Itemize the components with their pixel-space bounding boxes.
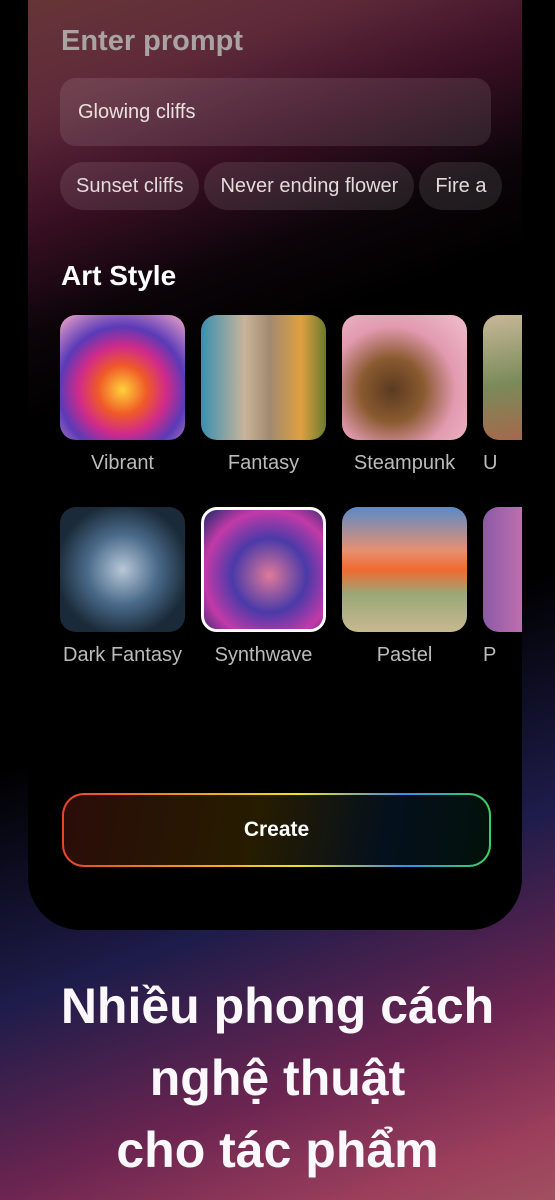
caption-line: cho tác phẩm	[116, 1122, 439, 1178]
create-button[interactable]: Create	[62, 793, 491, 867]
style-vibrant[interactable]: Vibrant	[60, 315, 185, 475]
suggestion-chips: Sunset cliffs Never ending flower Fire a	[60, 162, 522, 210]
style-thumbnail	[60, 315, 185, 440]
style-thumbnail	[342, 507, 467, 632]
style-dark-fantasy[interactable]: Dark Fantasy	[60, 507, 185, 667]
prompt-heading: Enter prompt	[61, 25, 244, 57]
style-label: Synthwave	[214, 644, 313, 666]
style-label: U	[483, 452, 498, 474]
art-style-heading: Art Style	[61, 260, 177, 291]
style-row-2: Dark Fantasy Synthwave Pastel P	[60, 507, 522, 667]
style-thumbnail	[60, 507, 185, 632]
promo-caption: Nhiều phong cách nghệ thuật cho tác phẩm	[0, 970, 555, 1186]
prompt-input[interactable]: Glowing cliffs	[60, 78, 491, 146]
style-synthwave[interactable]: Synthwave	[201, 507, 326, 667]
style-8[interactable]: P	[483, 507, 522, 667]
style-label: Dark Fantasy	[63, 644, 182, 666]
app-screen: Enter prompt Glowing cliffs Sunset cliff…	[28, 0, 522, 930]
style-thumbnail	[342, 315, 467, 440]
style-label: Steampunk	[353, 452, 456, 474]
style-fantasy[interactable]: Fantasy	[201, 315, 326, 475]
style-4[interactable]: U	[483, 315, 522, 475]
caption-line: nghệ thuật	[149, 1050, 406, 1106]
style-thumbnail	[483, 507, 522, 632]
style-row-1: Vibrant Fantasy Steampunk U	[60, 315, 522, 475]
style-thumbnail	[483, 315, 522, 440]
style-label: Pastel	[376, 644, 433, 666]
suggestion-chip[interactable]: Never ending flower	[204, 162, 415, 210]
style-pastel[interactable]: Pastel	[342, 507, 467, 667]
style-steampunk[interactable]: Steampunk	[342, 315, 467, 475]
style-thumbnail-selected	[201, 507, 326, 632]
style-label: P	[483, 644, 497, 666]
caption-line: Nhiều phong cách	[60, 978, 495, 1034]
create-label: Create	[64, 795, 489, 865]
suggestion-chip[interactable]: Sunset cliffs	[60, 162, 200, 210]
style-label: Vibrant	[90, 452, 154, 474]
style-thumbnail	[201, 315, 326, 440]
suggestion-chip[interactable]: Fire a	[419, 162, 503, 210]
style-label: Fantasy	[227, 452, 300, 474]
